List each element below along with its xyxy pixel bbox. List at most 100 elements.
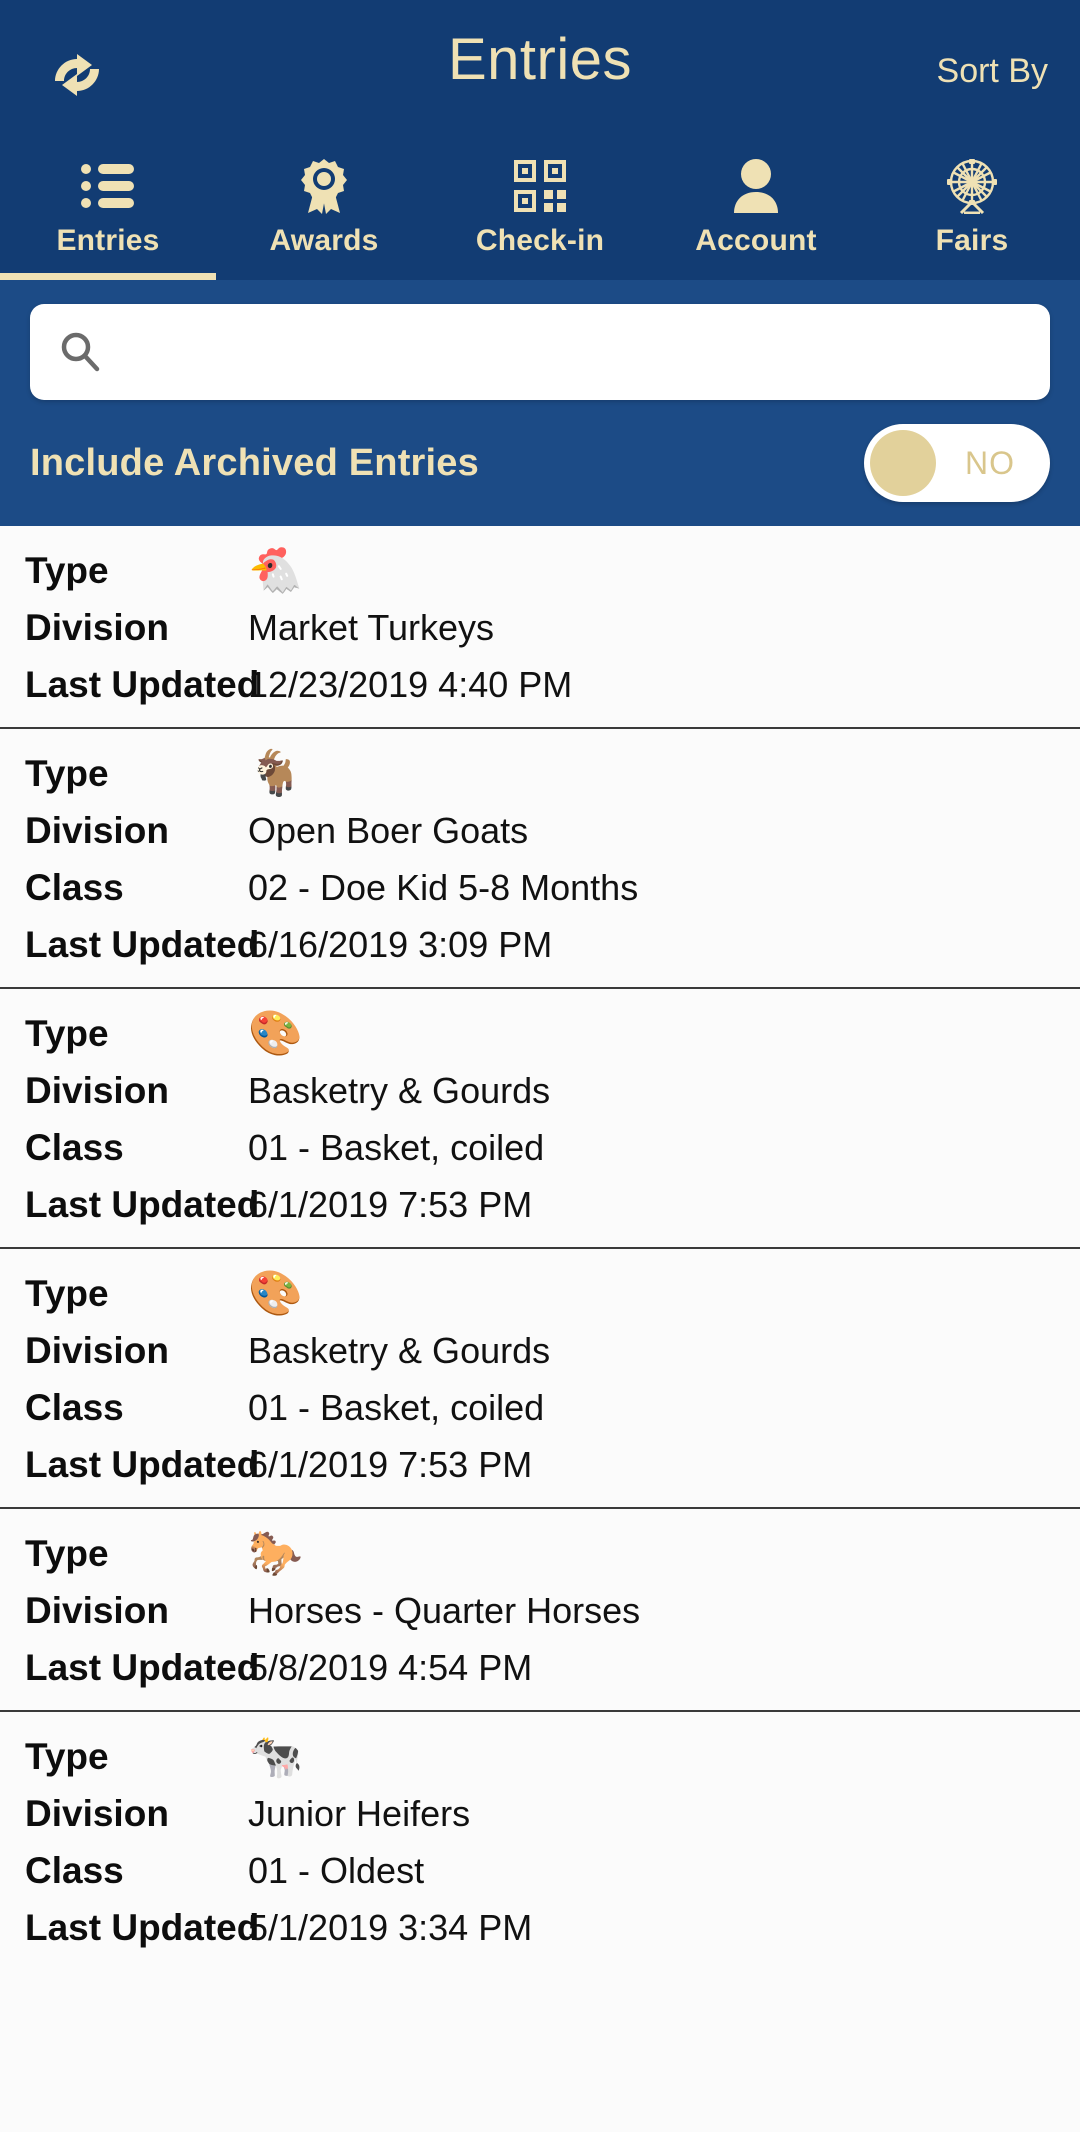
entry-type-label: Type [25, 550, 109, 591]
entry-type-row: Type 🎨 [0, 1265, 1080, 1322]
entry-class-value: 02 - Doe Kid 5-8 Months [248, 867, 639, 908]
entry-last-updated-label: Last Updated [25, 1647, 260, 1688]
search-input[interactable] [102, 307, 1050, 397]
entry-division-row: Division Market Turkeys [0, 599, 1080, 656]
horse-icon: 🐎 [248, 1528, 303, 1579]
entry-division-row: Division Junior Heifers [0, 1785, 1080, 1842]
person-icon [732, 158, 780, 214]
include-archived-label: Include Archived Entries [30, 441, 479, 484]
entry-division-label: Division [25, 1330, 169, 1371]
entry-division-row: Division Horses - Quarter Horses [0, 1582, 1080, 1639]
chicken-icon: 🐔 [248, 545, 303, 596]
entry-type-label: Type [25, 1533, 109, 1574]
toggle-value-label: NO [965, 444, 1015, 481]
entry-type-row: Type 🐔 [0, 542, 1080, 599]
award-ribbon-icon [299, 158, 349, 214]
tab-account-label: Account [695, 224, 817, 257]
entry-last-updated-row: Last Updated 12/23/2019 4:40 PM [0, 656, 1080, 713]
cow-icon: 🐄 [248, 1731, 303, 1782]
entry-card[interactable]: Type 🐄 Division Junior Heifers Class 01 - Old… [0, 1712, 1080, 1970]
entry-last-updated-value: 5/1/2019 3:34 PM [248, 1907, 533, 1948]
entry-division-value: Horses - Quarter Horses [248, 1590, 641, 1631]
entry-class-value: 01 - Basket, coiled [248, 1127, 545, 1168]
tab-awards[interactable]: Awards [216, 154, 432, 280]
entry-division-value: Junior Heifers [248, 1793, 471, 1834]
entry-class-label: Class [25, 867, 124, 908]
entry-last-updated-row: Last Updated 6/1/2019 7:53 PM [0, 1176, 1080, 1233]
app-header: Entries Sort By [0, 0, 1080, 154]
entry-last-updated-label: Last Updated [25, 1184, 260, 1225]
entry-division-value: Basketry & Gourds [248, 1070, 551, 1111]
include-archived-toggle[interactable]: NO [864, 424, 1050, 502]
tab-entries-label: Entries [56, 224, 160, 257]
entry-division-value: Basketry & Gourds [248, 1330, 551, 1371]
entry-type-label: Type [25, 1273, 109, 1314]
entry-type-label: Type [25, 753, 109, 794]
qr-code-icon [514, 158, 566, 214]
tab-entries[interactable]: Entries [0, 154, 216, 280]
entry-last-updated-label: Last Updated [25, 924, 260, 965]
entry-division-label: Division [25, 810, 169, 851]
entry-last-updated-row: Last Updated 5/1/2019 3:34 PM [0, 1899, 1080, 1956]
entry-type-row: Type 🎨 [0, 1005, 1080, 1062]
entry-type-label: Type [25, 1736, 109, 1777]
entry-card[interactable]: Type 🐐 Division Open Boer Goats Class 02 - Do… [0, 729, 1080, 989]
goat-icon: 🐐 [248, 748, 303, 799]
entry-division-label: Division [25, 1793, 169, 1834]
entry-division-row: Division Open Boer Goats [0, 802, 1080, 859]
entry-division-value: Market Turkeys [248, 607, 495, 648]
entry-last-updated-value: 6/16/2019 3:09 PM [248, 924, 553, 965]
entry-last-updated-value: 12/23/2019 4:40 PM [248, 664, 573, 705]
sort-by-button[interactable]: Sort By [937, 52, 1048, 91]
entry-last-updated-row: Last Updated 6/16/2019 3:09 PM [0, 916, 1080, 973]
entry-type-label: Type [25, 1013, 109, 1054]
entry-division-row: Division Basketry & Gourds [0, 1062, 1080, 1119]
entry-last-updated-row: Last Updated 6/1/2019 7:53 PM [0, 1436, 1080, 1493]
list-icon [81, 158, 135, 214]
entry-card[interactable]: Type 🎨 Division Basketry & Gourds Class 01 - … [0, 989, 1080, 1249]
entry-card[interactable]: Type 🐔 Division Market Turkeys Last Updated 1… [0, 526, 1080, 729]
entry-card[interactable]: Type 🎨 Division Basketry & Gourds Class 01 - … [0, 1249, 1080, 1509]
entry-class-label: Class [25, 1387, 124, 1428]
entry-class-row: Class 01 - Basket, coiled [0, 1379, 1080, 1436]
framed-picture-easel-icon: 🎨 [248, 1008, 303, 1059]
entry-last-updated-value: 6/1/2019 7:53 PM [248, 1184, 533, 1225]
tab-check-in[interactable]: Check-in [432, 154, 648, 280]
entry-type-row: Type 🐄 [0, 1728, 1080, 1785]
entry-list: Type 🐔 Division Market Turkeys Last Updated 1… [0, 526, 1080, 1970]
entry-last-updated-row: Last Updated 5/8/2019 4:54 PM [0, 1639, 1080, 1696]
tab-awards-label: Awards [269, 224, 379, 257]
entry-division-row: Division Basketry & Gourds [0, 1322, 1080, 1379]
tab-fairs[interactable]: Fairs [864, 154, 1080, 280]
ferris-wheel-icon [945, 158, 999, 214]
tab-bar: Entries Awards Check-in Account Fairs [0, 154, 1080, 280]
search-bar[interactable] [30, 304, 1050, 400]
toggle-knob [870, 430, 936, 496]
entry-class-row: Class 01 - Oldest [0, 1842, 1080, 1899]
entry-class-row: Class 01 - Basket, coiled [0, 1119, 1080, 1176]
entry-last-updated-value: 6/1/2019 7:53 PM [248, 1444, 533, 1485]
entry-type-row: Type 🐎 [0, 1525, 1080, 1582]
entry-class-label: Class [25, 1850, 124, 1891]
entry-division-label: Division [25, 1070, 169, 1111]
entry-last-updated-label: Last Updated [25, 664, 260, 705]
tab-fairs-label: Fairs [935, 224, 1009, 257]
page-title: Entries [447, 27, 632, 92]
entry-class-value: 01 - Basket, coiled [248, 1387, 545, 1428]
entry-last-updated-value: 5/8/2019 4:54 PM [248, 1647, 533, 1688]
search-icon [58, 330, 102, 374]
entry-division-label: Division [25, 1590, 169, 1631]
entry-division-label: Division [25, 607, 169, 648]
include-archived-row: Include Archived Entries NO [0, 400, 1080, 526]
search-panel [0, 280, 1080, 400]
app-root: Entries Sort By Entries Awards Check-in … [0, 0, 1080, 2132]
entry-last-updated-label: Last Updated [25, 1444, 260, 1485]
entry-card[interactable]: Type 🐎 Division Horses - Quarter Horses Last… [0, 1509, 1080, 1712]
framed-picture-easel-icon: 🎨 [248, 1268, 303, 1319]
tab-check-in-label: Check-in [475, 224, 605, 257]
entry-class-row: Class 02 - Doe Kid 5-8 Months [0, 859, 1080, 916]
tab-account[interactable]: Account [648, 154, 864, 280]
entry-class-value: 01 - Oldest [248, 1850, 425, 1891]
entry-class-label: Class [25, 1127, 124, 1168]
entry-division-value: Open Boer Goats [248, 810, 529, 851]
